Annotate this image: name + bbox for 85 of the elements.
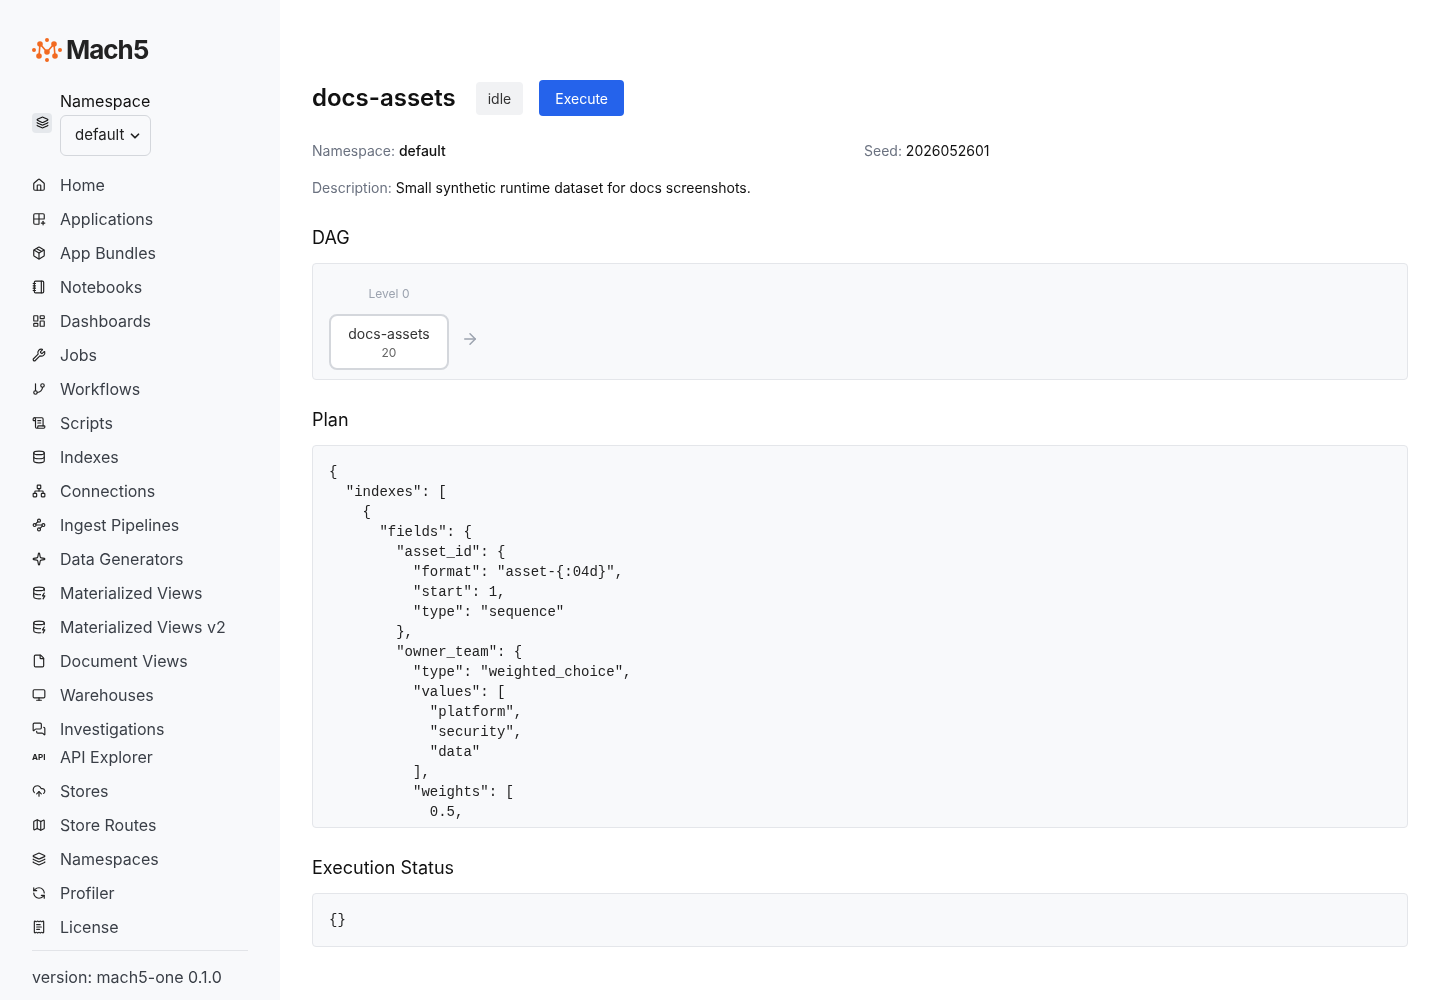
file-icon bbox=[32, 654, 46, 668]
node-count: 20 bbox=[381, 343, 397, 362]
nav-item[interactable]: Indexes bbox=[32, 440, 248, 474]
nav-item[interactable]: License bbox=[32, 910, 248, 944]
api-icon: API bbox=[32, 751, 46, 763]
nav-item[interactable]: Connections bbox=[32, 474, 248, 508]
nav-item[interactable]: Profiler bbox=[32, 876, 248, 910]
logo-icon bbox=[32, 37, 62, 62]
nav-item[interactable]: Dashboards bbox=[32, 304, 248, 338]
arrow-icon bbox=[461, 330, 479, 348]
pipeline-icon bbox=[32, 518, 46, 532]
database-icon bbox=[32, 450, 46, 464]
nav-item[interactable]: Jobs bbox=[32, 338, 248, 372]
notebook-icon bbox=[32, 280, 46, 294]
code-line: "platform", bbox=[428, 703, 523, 722]
code-line: "owner_team": { bbox=[395, 643, 523, 662]
nav-item[interactable]: Applications bbox=[32, 202, 248, 236]
nav-item[interactable]: Workflows bbox=[32, 372, 248, 406]
code-line: "values": [ bbox=[412, 683, 506, 702]
section-title: Execution Status bbox=[312, 856, 456, 880]
monitor-icon bbox=[32, 688, 46, 702]
node-name: docs-assets bbox=[348, 323, 430, 344]
grid-plus-icon bbox=[32, 212, 46, 226]
code-line: ], bbox=[412, 763, 430, 782]
nav-item[interactable]: API API Explorer bbox=[32, 740, 248, 774]
nav-item[interactable]: Home bbox=[32, 168, 248, 202]
code-line: "type": "sequence" bbox=[412, 603, 565, 622]
nav-item[interactable]: Warehouses bbox=[32, 678, 248, 712]
code-line: {} bbox=[329, 910, 346, 930]
detail-text: Seed: 2026052601 bbox=[864, 141, 991, 161]
nav-item[interactable]: Stores bbox=[32, 774, 248, 808]
code-line: "type": "weighted_choice", bbox=[412, 663, 632, 682]
nav-item[interactable]: Materialized Views v2 bbox=[32, 610, 248, 644]
layers-icon bbox=[32, 852, 46, 866]
code-line: }, bbox=[395, 623, 413, 642]
page-title: docs-assets bbox=[312, 82, 456, 114]
section-title: DAG bbox=[312, 226, 351, 250]
map-icon bbox=[32, 818, 46, 832]
messages-icon bbox=[32, 722, 46, 736]
code-line: "indexes": [ bbox=[344, 483, 447, 502]
dag-node[interactable]: docs-assets 20 bbox=[329, 314, 449, 370]
code-line: "weights": [ bbox=[412, 783, 514, 802]
database-icon bbox=[32, 586, 46, 600]
nav-item[interactable]: Scripts bbox=[32, 406, 248, 440]
dashboard-icon bbox=[32, 314, 46, 328]
branch-icon bbox=[32, 382, 46, 396]
version-text: version: mach5-one 0.1.0 bbox=[32, 967, 222, 987]
home-icon bbox=[32, 178, 46, 192]
code-line: "data" bbox=[428, 743, 481, 762]
nav-item[interactable]: Notebooks bbox=[32, 270, 248, 304]
nav-item[interactable]: Document Views bbox=[32, 644, 248, 678]
sparkle-icon bbox=[32, 552, 46, 566]
namespace-select[interactable]: default bbox=[60, 115, 151, 156]
level-label: Level 0 bbox=[368, 286, 410, 301]
layers-icon bbox=[32, 112, 52, 133]
code-line: "fields": { bbox=[378, 523, 472, 542]
scroll-icon bbox=[32, 416, 46, 430]
code-line: { bbox=[329, 463, 338, 482]
network-icon bbox=[32, 484, 46, 498]
code-line: 0.5, bbox=[428, 803, 464, 822]
nav-item[interactable]: App Bundles bbox=[32, 236, 248, 270]
nav-item[interactable]: Materialized Views bbox=[32, 576, 248, 610]
nav-item[interactable]: Data Generators bbox=[32, 542, 248, 576]
wrench-icon bbox=[32, 348, 46, 362]
namespace-label: Namespace bbox=[60, 90, 151, 113]
code-line: { bbox=[361, 503, 371, 522]
description-text: Description: Small synthetic runtime dataset for docs screenshots. bbox=[312, 178, 752, 198]
code-line: "security", bbox=[428, 723, 523, 742]
execute-button[interactable]: Execute bbox=[539, 80, 625, 116]
nav-item[interactable]: Store Routes bbox=[32, 808, 248, 842]
section-title: Plan bbox=[312, 408, 350, 432]
status-badge: idle bbox=[475, 81, 524, 115]
logo-text: Mach5 bbox=[66, 33, 149, 67]
detail-text: Namespace: default bbox=[312, 141, 447, 161]
refresh-icon bbox=[32, 886, 46, 900]
nav-item[interactable]: Namespaces bbox=[32, 842, 248, 876]
code-line: "format": "asset-{:04d}", bbox=[412, 563, 624, 582]
code-line: "asset_id": { bbox=[395, 543, 506, 562]
nav-item[interactable]: Ingest Pipelines bbox=[32, 508, 248, 542]
receipt-icon bbox=[32, 920, 46, 934]
package-icon bbox=[32, 246, 46, 260]
cloud-upload-icon bbox=[32, 784, 46, 798]
database-icon bbox=[32, 620, 46, 634]
nav-item[interactable]: Investigations bbox=[32, 718, 248, 740]
code-line: "start": 1, bbox=[412, 583, 506, 602]
